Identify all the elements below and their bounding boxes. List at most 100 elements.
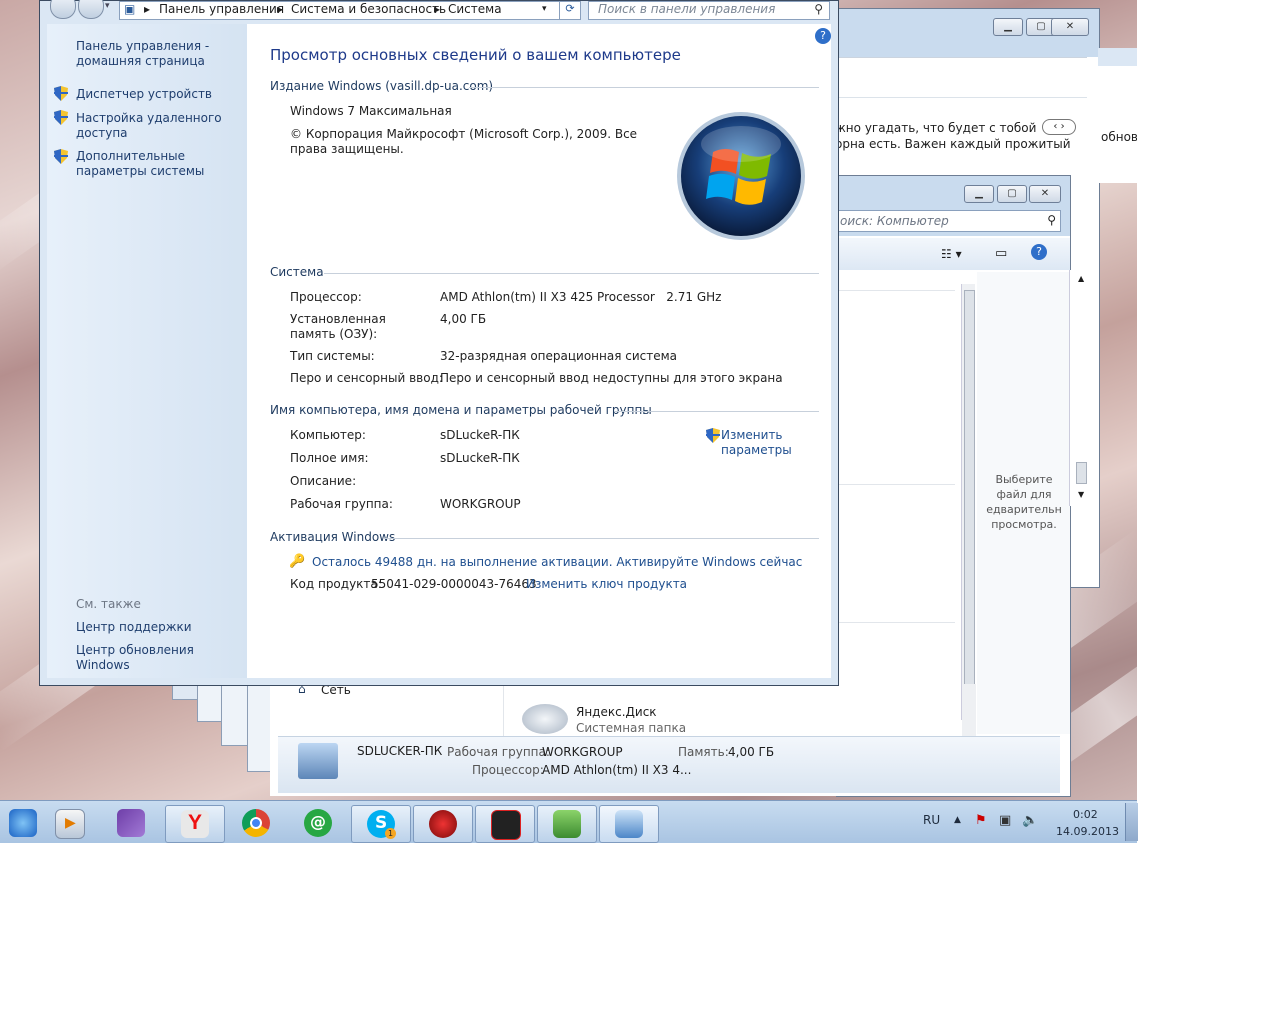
activation-link[interactable]: Осталось 49488 дн. на выполнение активац… — [312, 555, 802, 569]
breadcrumb-sep-icon[interactable]: ▸ — [277, 2, 283, 17]
see-also-support[interactable]: Центр поддержки — [76, 620, 192, 635]
minimize-button[interactable]: ▁ — [993, 18, 1023, 36]
sidebar-home-link[interactable]: Панель управления - домашняя страница — [76, 39, 236, 69]
system-type-value: 32-разрядная операционная система — [440, 349, 678, 363]
edition-name: Windows 7 Максимальная — [290, 104, 452, 118]
gaming-app-icon — [491, 810, 521, 840]
news-text-line2: орна есть. Важен каждый прожитый — [835, 137, 1071, 151]
edition-header: Издание Windows (vasill.dp-ua.com) — [270, 79, 494, 93]
volume-icon[interactable]: 🔈 — [1022, 813, 1038, 828]
computer-value: sDLuckeR-ПК — [440, 428, 520, 442]
taskbar-vs[interactable] — [102, 805, 160, 841]
breadcrumb-control-panel[interactable]: Панель управления — [159, 2, 284, 17]
change-key-link[interactable]: Изменить ключ продукта — [526, 577, 687, 591]
taskbar-yandex[interactable]: Y — [165, 805, 225, 843]
search-placeholder: оиск: Компьютер — [840, 214, 949, 228]
fullname-value: sDLuckeR-ПК — [440, 451, 520, 465]
address-dropdown-icon[interactable]: ▾ — [542, 2, 547, 17]
media-player-icon: ▶ — [55, 809, 85, 839]
breadcrumb-sep-icon[interactable]: ▸ — [144, 2, 150, 17]
close-button[interactable]: ✕ — [1051, 18, 1089, 36]
maximize-button[interactable]: ▢ — [997, 185, 1027, 203]
details-workgroup-label: Рабочая группа: — [447, 745, 550, 759]
change-settings-link[interactable]: Изменить параметры — [721, 428, 801, 458]
workgroup-value: WORKGROUP — [440, 497, 521, 511]
details-cpu-label: Процессор: — [472, 763, 544, 777]
clock-time[interactable]: 0:02 — [1073, 808, 1098, 821]
shield-icon — [706, 428, 720, 443]
taskbar-icq[interactable]: @ — [289, 805, 347, 841]
carousel-arrows[interactable]: ‹ › — [1042, 119, 1076, 135]
taskbar-control-panel[interactable] — [599, 805, 659, 843]
language-indicator[interactable]: RU — [923, 813, 940, 827]
main-content: ? Просмотр основных сведений о вашем ком… — [247, 24, 831, 678]
network-icon[interactable]: ▣ — [999, 813, 1011, 828]
scrollbar[interactable]: ▲ ▼ — [1069, 270, 1092, 506]
product-key-label: Код продукта: — [290, 577, 382, 591]
visual-studio-icon — [117, 809, 145, 837]
preview-pane-icon[interactable]: ▭ — [995, 246, 1007, 261]
search-input[interactable]: оиск: Компьютер ⚲ — [837, 210, 1061, 232]
sidebar: Панель управления - домашняя страница Ди… — [47, 24, 247, 678]
taskbar-security[interactable] — [537, 805, 597, 843]
yandex-disk-icon — [522, 704, 568, 734]
taskbar-media[interactable]: ▶ — [40, 805, 98, 841]
item-type: Системная папка — [576, 721, 687, 735]
pen-value: Перо и сенсорный ввод недоступны для это… — [440, 371, 783, 385]
breadcrumb-system[interactable]: Система — [448, 2, 502, 17]
see-also-update[interactable]: Центр обновления Windows — [76, 643, 247, 673]
pen-label: Перо и сенсорный ввод: — [290, 371, 443, 385]
taskbar: ▶ Y @ S1 RU ▲ ⚑ ▣ 🔈 0:02 14.09.2013 — [0, 800, 1138, 843]
search-icon: ⚲ — [1047, 213, 1056, 227]
yandex-browser-icon: Y — [181, 810, 209, 838]
minimize-button[interactable]: ▁ — [964, 185, 994, 203]
computer-header: Имя компьютера, имя домена и параметры р… — [270, 403, 652, 417]
item-name[interactable]: Яндекс.Диск — [576, 705, 657, 719]
toolbar: ☷ ▾ ▭ ? — [837, 238, 1070, 270]
scrollbar[interactable] — [961, 284, 975, 720]
breadcrumb-security[interactable]: Система и безопасность — [291, 2, 446, 17]
back-button[interactable] — [50, 0, 76, 19]
windows-logo-icon — [677, 112, 805, 240]
taskbar-chrome[interactable] — [227, 805, 285, 841]
details-cpu: AMD Athlon(tm) II X3 4... — [542, 763, 692, 777]
taskbar-app-red[interactable] — [413, 805, 473, 843]
computer-icon — [298, 743, 338, 779]
sidebar-item-device-manager[interactable]: Диспетчер устройств — [76, 87, 212, 102]
shield-icon — [54, 149, 68, 164]
hacker-app-icon — [429, 810, 457, 838]
explorer-window[interactable]: ▁ ▢ ✕ оиск: Компьютер ⚲ ☷ ▾ ▭ ? Выберите… — [836, 175, 1071, 797]
skype-badge: 1 — [385, 828, 396, 839]
update-text: обнов. — [1101, 130, 1137, 144]
help-icon[interactable]: ? — [1031, 244, 1047, 260]
sidebar-item-remote[interactable]: Настройка удаленного доступа — [76, 111, 226, 141]
product-key-value: 55041-029-0000043-76463 — [371, 577, 537, 591]
background-window-edge: обнов. — [1098, 48, 1137, 183]
address-bar[interactable]: ▣ ▸ Панель управления ▸ Система и безопа… — [119, 1, 561, 20]
preview-pane: Выберите файл для едварительн просмотра. — [977, 272, 1070, 734]
action-center-icon[interactable]: ⚑ — [975, 813, 987, 828]
details-memory-label: Память: — [678, 745, 729, 759]
search-input[interactable]: Поиск в панели управления ⚲ — [588, 1, 830, 20]
show-hidden-icons[interactable]: ▲ — [954, 815, 961, 825]
close-button[interactable]: ✕ — [1029, 185, 1061, 203]
breadcrumb-sep-icon[interactable]: ▸ — [434, 2, 440, 17]
cpu-label: Процессор: — [290, 290, 362, 304]
sidebar-item-advanced[interactable]: Дополнительные параметры системы — [76, 149, 241, 179]
taskbar-skype[interactable]: S1 — [351, 805, 411, 843]
refresh-icon[interactable]: ⟳ — [559, 1, 581, 20]
clock-date[interactable]: 14.09.2013 — [1056, 825, 1119, 838]
help-icon[interactable]: ? — [815, 28, 831, 44]
views-icon[interactable]: ☷ ▾ — [941, 247, 962, 261]
show-desktop-button[interactable] — [1125, 803, 1138, 841]
control-panel-icon: ▣ — [124, 2, 136, 16]
description-label: Описание: — [290, 474, 357, 488]
taskbar-app-game[interactable] — [475, 805, 535, 843]
ram-label: Установленная память (ОЗУ): — [290, 312, 386, 341]
computer-label: Компьютер: — [290, 428, 366, 442]
forward-button[interactable] — [78, 0, 104, 19]
system-header: Система — [270, 265, 324, 279]
shield-icon — [54, 110, 68, 125]
history-dropdown-icon[interactable]: ▾ — [105, 1, 110, 11]
system-window[interactable]: ▾ ▣ ▸ Панель управления ▸ Система и безо… — [39, 0, 839, 686]
